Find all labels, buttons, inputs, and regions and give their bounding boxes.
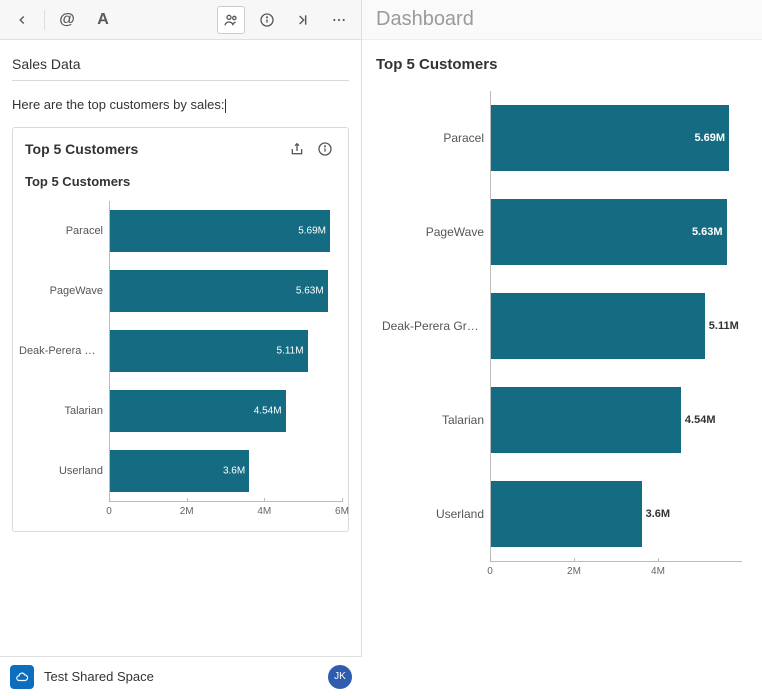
- bar[interactable]: 3.6M: [110, 450, 249, 492]
- card-subtitle: Top 5 Customers: [13, 170, 348, 197]
- x-axis: 0 2M 4M: [490, 561, 742, 581]
- bar-row: PageWave 5.63M: [19, 261, 342, 321]
- bar-value-label: 5.63M: [296, 285, 324, 296]
- bar-track: 3.6M: [109, 441, 342, 501]
- space-icon-button[interactable]: [10, 665, 34, 689]
- bar-row: Paracel 5.69M: [19, 201, 342, 261]
- footer-bar: Test Shared Space JK: [0, 656, 362, 696]
- bar-track: 4.54M: [109, 381, 342, 441]
- bar-track: 5.11M: [490, 279, 742, 373]
- editor-toolbar: @ A: [0, 0, 361, 40]
- dashboard-heading: Dashboard: [362, 0, 762, 40]
- axis-tick: 2M: [180, 502, 194, 517]
- info-button[interactable]: [253, 6, 281, 34]
- text-icon: A: [97, 11, 109, 29]
- text-cursor: [225, 99, 226, 113]
- bar-category-label: Paracel: [382, 131, 490, 145]
- bar-value-label: 5.63M: [692, 226, 723, 238]
- bar-row: Talarian4.54M: [382, 373, 742, 467]
- bar[interactable]: 3.6M: [491, 481, 642, 547]
- card-title: Top 5 Customers: [25, 141, 280, 157]
- left-bar-chart: Paracel 5.69M PageWave 5.63M Deak-Perera Gro…: [13, 197, 348, 531]
- cloud-icon: [15, 670, 29, 684]
- bar-category-label: Paracel: [19, 225, 109, 237]
- card-info-button[interactable]: [314, 138, 336, 160]
- bar[interactable]: 5.63M: [110, 270, 328, 312]
- bar-row: Deak-Perera Group.5.11M: [382, 279, 742, 373]
- bar-track: 5.11M: [109, 321, 342, 381]
- bar-value-label: 5.11M: [277, 345, 304, 356]
- bar-category-label: Talarian: [382, 413, 490, 427]
- axis-tick: 0: [487, 562, 493, 577]
- bar-track: 3.6M: [490, 467, 742, 561]
- bar[interactable]: 5.69M: [491, 105, 729, 171]
- bar[interactable]: 4.54M: [491, 387, 681, 453]
- bar-row: Userland3.6M: [382, 467, 742, 561]
- bar-category-label: Userland: [19, 465, 109, 477]
- info-icon: [259, 12, 275, 28]
- bar-row: PageWave 5.63M: [382, 185, 742, 279]
- bar[interactable]: 4.54M: [110, 390, 286, 432]
- axis-tick: 4M: [257, 502, 271, 517]
- bar-track: 5.63M: [490, 185, 742, 279]
- bar-row: Talarian 4.54M: [19, 381, 342, 441]
- chart-card: Top 5 Customers Top 5 Customers Paracel 5…: [12, 127, 349, 532]
- text-format-button[interactable]: A: [89, 6, 117, 34]
- bar-row: Userland 3.6M: [19, 441, 342, 501]
- body-text[interactable]: Here are the top customers by sales:: [12, 97, 349, 113]
- more-horizontal-icon: [331, 12, 347, 28]
- bar-category-label: Userland: [382, 507, 490, 521]
- info-icon: [317, 141, 333, 157]
- toolbar-separator: [44, 10, 45, 30]
- more-button[interactable]: [325, 6, 353, 34]
- bar-value-label: 4.54M: [685, 414, 716, 426]
- bar[interactable]: 5.63M: [491, 199, 727, 265]
- bar-track: 5.69M: [109, 201, 342, 261]
- bar-row: Paracel 5.69M: [382, 91, 742, 185]
- right-bar-chart: Paracel 5.69M PageWave 5.63M Deak-Perera Gro…: [376, 87, 748, 591]
- bar-track: 5.63M: [109, 261, 342, 321]
- axis-tick: 4M: [651, 562, 665, 577]
- bar[interactable]: 5.11M: [491, 293, 705, 359]
- bar-value-label: 3.6M: [223, 465, 245, 476]
- people-button[interactable]: [217, 6, 245, 34]
- chevron-left-icon: [15, 13, 29, 27]
- section-title: Sales Data: [12, 56, 349, 81]
- share-button[interactable]: [286, 138, 308, 160]
- people-icon: [223, 12, 239, 28]
- bar-category-label: Deak-Perera Group.: [382, 319, 490, 333]
- bar-track: 4.54M: [490, 373, 742, 467]
- bar-value-label: 3.6M: [646, 508, 670, 520]
- share-icon: [289, 141, 305, 157]
- bar-category-label: PageWave: [382, 225, 490, 239]
- axis-tick: 0: [106, 502, 112, 517]
- axis-tick: 2M: [567, 562, 581, 577]
- bar-category-label: PageWave: [19, 285, 109, 297]
- bar[interactable]: 5.11M: [110, 330, 308, 372]
- user-avatar[interactable]: JK: [328, 665, 352, 689]
- bar-category-label: Talarian: [19, 405, 109, 417]
- editor-body[interactable]: Sales Data Here are the top customers by…: [0, 40, 361, 696]
- mention-button[interactable]: @: [53, 6, 81, 34]
- bar-value-label: 5.11M: [709, 320, 739, 332]
- space-label[interactable]: Test Shared Space: [44, 669, 318, 684]
- right-chart-title: Top 5 Customers: [376, 56, 748, 73]
- bar[interactable]: 5.69M: [110, 210, 330, 252]
- axis-tick: 6M: [335, 502, 349, 517]
- back-button[interactable]: [8, 6, 36, 34]
- bar-value-label: 5.69M: [694, 132, 725, 144]
- bar-row: Deak-Perera Group. 5.11M: [19, 321, 342, 381]
- x-axis: 02M4M6M: [109, 501, 342, 521]
- collapse-button[interactable]: [289, 6, 317, 34]
- bar-category-label: Deak-Perera Group.: [19, 345, 109, 357]
- at-icon: @: [59, 11, 75, 29]
- bar-track: 5.69M: [490, 91, 742, 185]
- collapse-right-icon: [295, 12, 311, 28]
- bar-value-label: 5.69M: [298, 225, 326, 236]
- bar-value-label: 4.54M: [254, 405, 282, 416]
